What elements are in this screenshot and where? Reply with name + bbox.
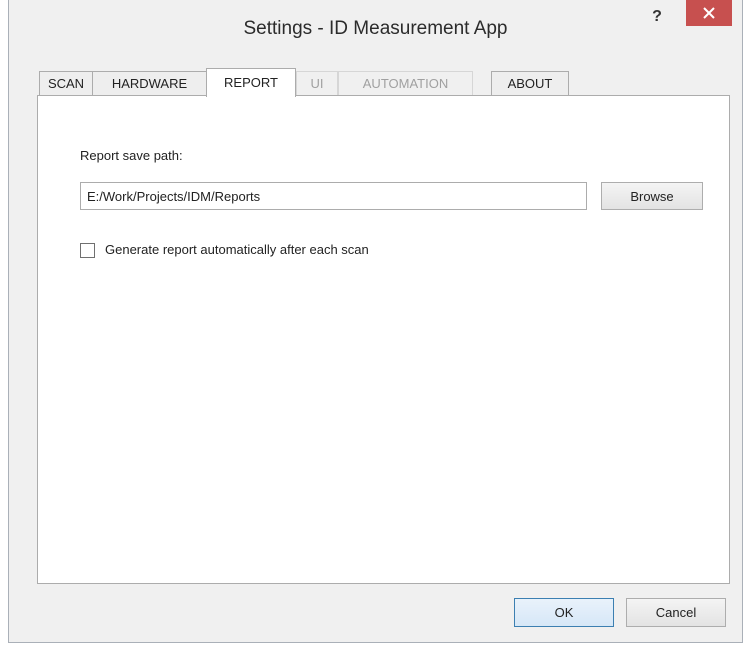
close-button[interactable] [686, 0, 732, 26]
ok-button[interactable]: OK [514, 598, 614, 627]
settings-dialog: Settings - ID Measurement App ? SCAN HAR… [8, 0, 743, 643]
report-save-path-label: Report save path: [80, 148, 183, 163]
tab-about[interactable]: ABOUT [491, 71, 569, 96]
close-icon [703, 7, 715, 19]
tab-report[interactable]: REPORT [206, 68, 296, 97]
report-save-path-input[interactable] [80, 182, 587, 210]
report-tab-panel: Report save path: Browse Generate report… [37, 95, 730, 584]
tab-hardware[interactable]: HARDWARE [92, 71, 207, 96]
auto-generate-checkbox[interactable] [80, 243, 95, 258]
auto-generate-label: Generate report automatically after each… [105, 242, 369, 257]
tab-scan[interactable]: SCAN [39, 71, 93, 96]
tab-automation[interactable]: AUTOMATION [338, 71, 473, 96]
help-button[interactable]: ? [645, 6, 669, 30]
tab-ui[interactable]: UI [296, 71, 338, 96]
cancel-button[interactable]: Cancel [626, 598, 726, 627]
title-bar: Settings - ID Measurement App ? [9, 0, 742, 62]
browse-button[interactable]: Browse [601, 182, 703, 210]
window-title: Settings - ID Measurement App [243, 18, 508, 39]
